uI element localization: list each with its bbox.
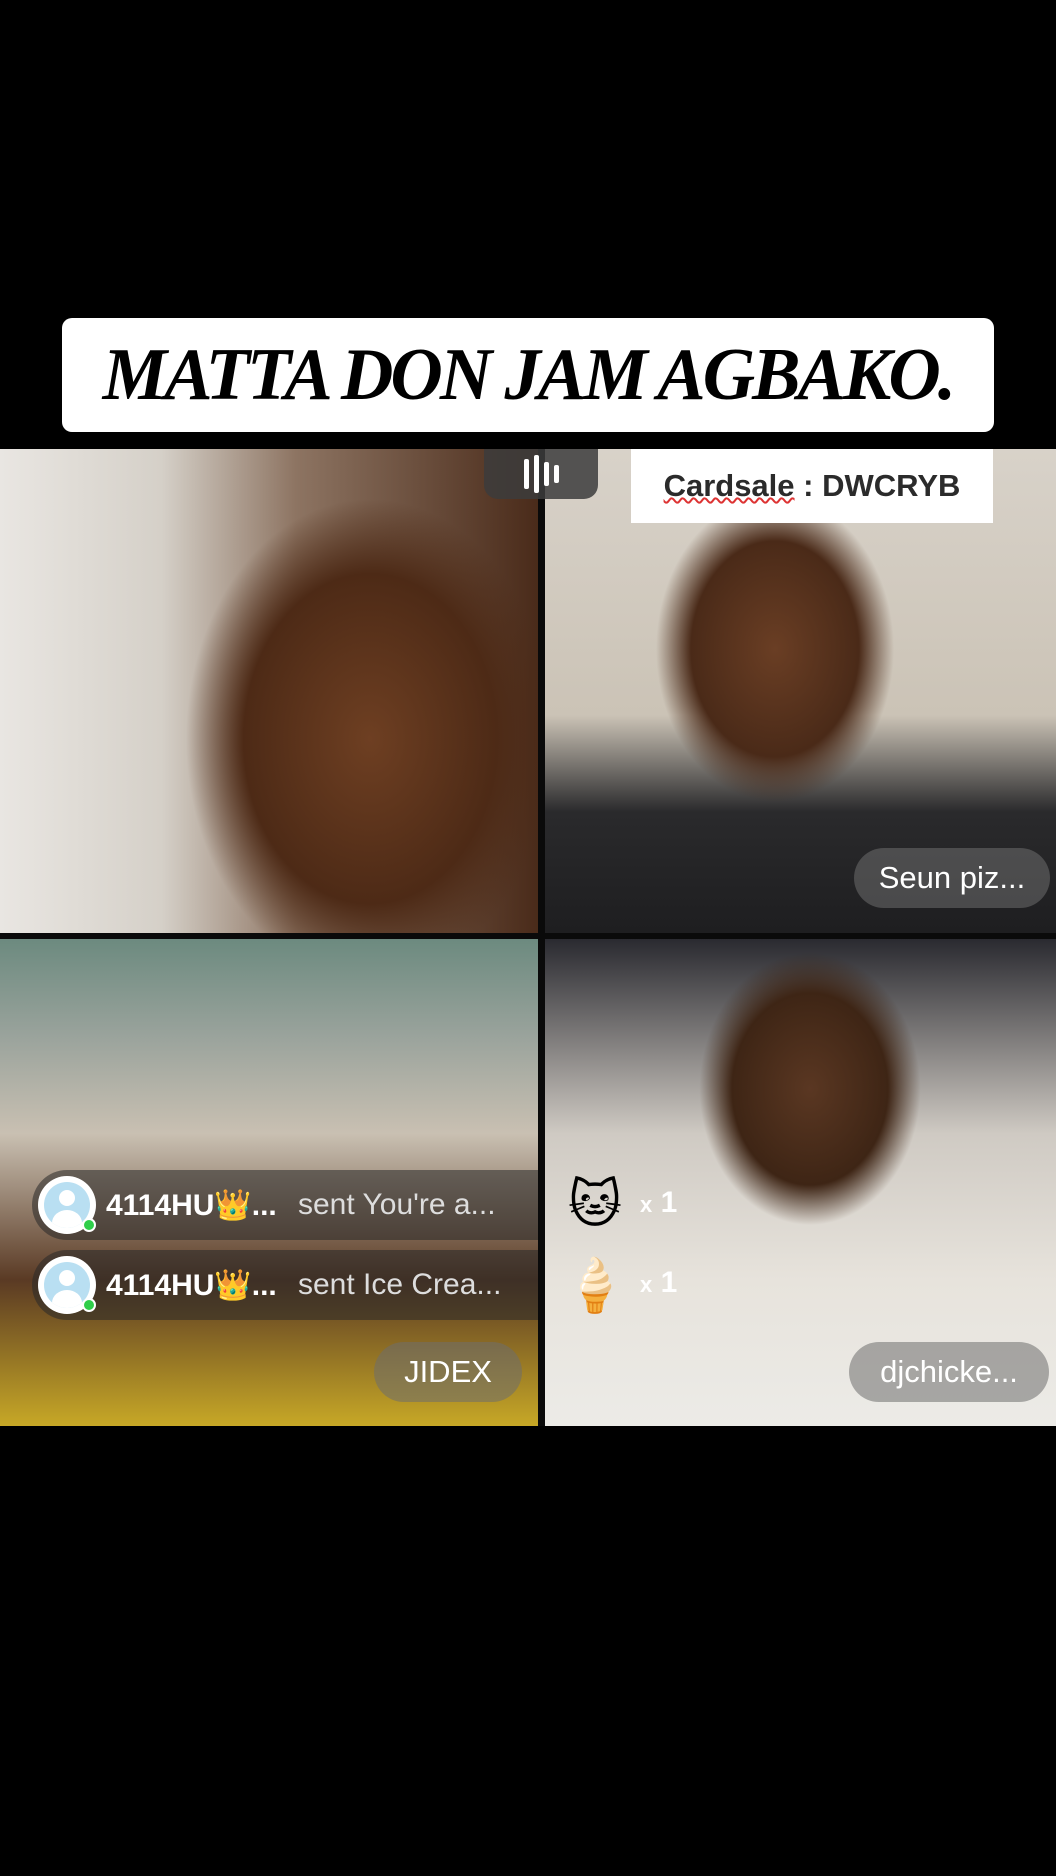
audio-bar-icon [533,455,539,493]
gift-notification: 4114HU👑... sent You're a... [32,1170,538,1240]
avatar[interactable] [38,1176,96,1234]
audio-bar-icon [553,465,559,483]
gift-count-prefix: x [640,1272,653,1297]
audio-level-indicator[interactable] [484,449,598,499]
cat-gift-icon: 🐱 [567,1176,623,1234]
participant-name-pill[interactable]: JIDEX [374,1342,522,1402]
gift-count-value: 1 [660,1266,678,1299]
cardsale-code: DWCRYB [822,468,961,503]
audio-bar-icon [523,459,529,489]
gift-sender[interactable]: 4114HU👑... [106,1188,292,1223]
gift-sender[interactable]: 4114HU👑... [106,1268,292,1303]
gift-count-prefix: x [640,1192,653,1217]
video-tile-top-left[interactable] [0,449,538,933]
participant-name-pill[interactable]: Seun piz... [854,848,1050,908]
gift-notification: 4114HU👑... sent Ice Crea... [32,1250,538,1320]
cardsale-separator: : [794,468,823,503]
gift-message: sent You're a... [298,1188,496,1221]
gift-message: sent Ice Crea... [298,1268,502,1301]
participant-name-pill[interactable]: djchicke... [849,1342,1049,1402]
gift-count-value: 1 [660,1186,678,1219]
online-status-icon [82,1298,96,1312]
avatar[interactable] [38,1256,96,1314]
audio-bar-icon [543,462,549,486]
cardsale-label: Cardsale [663,468,795,503]
online-status-icon [82,1218,96,1232]
gift-count: x 1 [640,1186,677,1220]
cardsale-banner: Cardsale : DWCRYB [631,449,993,523]
ice-cream-gift-icon: 🍦 [562,1256,628,1315]
gift-count: x 1 [640,1266,677,1300]
caption-text: MATTA DON JAM AGBAKO. [102,333,956,416]
caption-banner: MATTA DON JAM AGBAKO. [62,318,994,432]
